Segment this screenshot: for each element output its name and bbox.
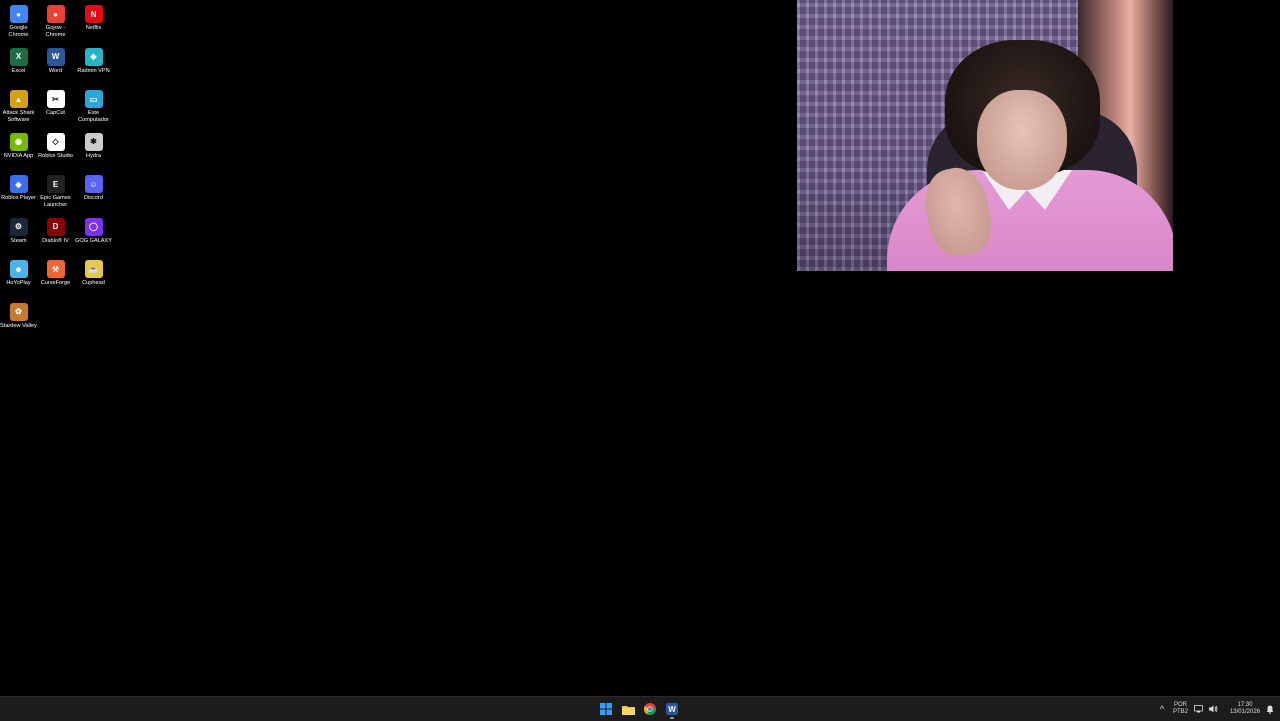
roblox-studio-icon: ◇: [46, 132, 65, 151]
desktop-icon-label: Gojow - Chrome: [45, 25, 66, 38]
desktop-icon-hydra[interactable]: ✱ Hydra: [75, 130, 112, 173]
input-language-indicator[interactable]: POR PTB2: [1173, 702, 1188, 716]
attack-shark-icon: ▲: [9, 90, 28, 108]
webcam-person-face: [977, 90, 1067, 190]
desktop-icon-steam[interactable]: ⚙ Steam: [0, 215, 37, 258]
chrome-icon: ●: [9, 5, 28, 23]
discord-icon: ☺: [84, 175, 103, 193]
radmin-vpn-icon: ◆: [84, 47, 103, 66]
chrome-profile-icon: ●: [46, 5, 65, 23]
chrome-icon: [644, 703, 656, 715]
taskbar-apps: W: [598, 700, 680, 719]
desktop-icon-cuphead[interactable]: ☕ Cuphead: [75, 257, 112, 300]
desktop-icon-radmin-vpn[interactable]: ◆ Radmin VPN: [75, 45, 112, 88]
desktop-icon-label: Word: [48, 67, 63, 74]
desktop-icon-label: GOG GALAXY: [75, 237, 112, 244]
desktop-icon-label: Radmin VPN: [77, 67, 110, 74]
word-icon: W: [46, 47, 65, 66]
start-button[interactable]: [598, 700, 614, 718]
steam-icon: ⚙: [9, 217, 28, 236]
desktop-icon-label: Discord: [84, 195, 103, 201]
taskbar: W ^ POR PTB2 17:30 13/01/2026: [0, 696, 1280, 721]
desktop-icon-label: Roblox Player: [1, 195, 36, 201]
desktop-icon-label: Stardew Valley: [0, 322, 37, 329]
stardew-valley-icon: ✿: [9, 302, 28, 321]
clock[interactable]: 17:30 13/01/2026: [1230, 702, 1260, 716]
curseforge-icon: ⚒: [46, 260, 65, 278]
desktop-icon-gog-galaxy[interactable]: ◯ GOG GALAXY: [75, 215, 112, 258]
desktop-icon-diablo[interactable]: D Diablo® IV: [37, 215, 74, 258]
cuphead-icon: ☕: [84, 260, 103, 278]
desktop-icon-hoyoplay[interactable]: ☻ HoYoPlay: [0, 257, 37, 300]
taskbar-chrome[interactable]: [642, 700, 658, 718]
desktop-icon-label: CapCut: [46, 110, 65, 116]
gog-galaxy-icon: ◯: [84, 217, 103, 236]
desktop: ● Google Chrome ● Gojow - Chrome N Netflix X Ex…: [0, 0, 1280, 696]
hydra-icon: ✱: [84, 132, 103, 151]
desktop-icon-attack-shark[interactable]: ▲ Attack Shark Software: [0, 87, 37, 130]
desktop-icon-label: NVIDIA App: [3, 152, 34, 159]
system-tray: ^ POR PTB2 17:30 13/01/2026: [1157, 697, 1280, 721]
desktop-icon-epic-games[interactable]: E Epic Games Launcher: [37, 172, 74, 215]
clock-time: 17:30: [1237, 702, 1253, 708]
folder-icon: [621, 705, 635, 715]
desktop-icon-label: Epic Games Launcher: [40, 195, 71, 208]
desktop-icon-grid: ● Google Chrome ● Gojow - Chrome N Netflix X Ex…: [0, 2, 112, 342]
notification-bell-icon[interactable]: [1266, 705, 1274, 714]
taskbar-word[interactable]: W: [664, 700, 680, 719]
network-icon[interactable]: [1194, 705, 1203, 713]
desktop-icon-chrome[interactable]: ● Google Chrome: [0, 2, 37, 45]
desktop-icon-chrome-profile[interactable]: ● Gojow - Chrome: [37, 2, 74, 45]
desktop-icon-roblox-player[interactable]: ◆ Roblox Player: [0, 172, 37, 215]
svg-text:W: W: [668, 705, 676, 714]
tray-overflow-chevron-icon[interactable]: ^: [1157, 704, 1167, 714]
capcut-icon: ✂: [46, 90, 65, 108]
epic-games-icon: E: [46, 175, 65, 193]
desktop-icon-label: Google Chrome: [8, 25, 29, 38]
desktop-icon-nvidia[interactable]: ◉ NVIDIA App: [0, 130, 37, 173]
diablo-icon: D: [46, 217, 65, 236]
desktop-icon-curseforge[interactable]: ⚒ CurseForge: [37, 257, 74, 300]
hoyoplay-icon: ☻: [9, 260, 28, 278]
desktop-icon-label: HoYoPlay: [6, 280, 31, 286]
desktop-icon-netflix[interactable]: N Netflix: [75, 2, 112, 45]
desktop-icon-label: CurseForge: [40, 280, 71, 286]
word-icon: W: [666, 703, 678, 715]
running-indicator: [670, 717, 674, 719]
webcam-overlay: [797, 0, 1173, 271]
roblox-player-icon: ◆: [9, 175, 28, 193]
desktop-icon-label: Attack Shark Software: [2, 110, 35, 123]
taskbar-file-explorer[interactable]: [620, 700, 636, 718]
desktop-icon-label: Excel: [11, 67, 26, 74]
desktop-icon-label: Hydra: [86, 152, 101, 159]
this-pc-icon: ▭: [84, 90, 103, 108]
windows-logo-icon: [600, 703, 612, 715]
volume-icon[interactable]: [1208, 705, 1218, 713]
clock-date: 13/01/2026: [1229, 709, 1260, 715]
desktop-icon-excel[interactable]: X Excel: [0, 45, 37, 88]
desktop-icon-label: Diablo® IV: [42, 237, 69, 244]
keyboard-layout: PTB2: [1172, 709, 1188, 715]
excel-icon: X: [9, 47, 28, 66]
netflix-icon: N: [84, 5, 103, 23]
desktop-icon-capcut[interactable]: ✂ CapCut: [37, 87, 74, 130]
desktop-icon-stardew-valley[interactable]: ✿ Stardew Valley: [0, 300, 37, 343]
desktop-icon-label: Netflix: [85, 25, 102, 31]
desktop-icon-label: Cuphead: [82, 280, 105, 286]
desktop-icon-label: Este Computador: [78, 110, 109, 123]
nvidia-icon: ◉: [9, 132, 28, 151]
desktop-icon-word[interactable]: W Word: [37, 45, 74, 88]
desktop-icon-discord[interactable]: ☺ Discord: [75, 172, 112, 215]
desktop-icon-roblox-studio[interactable]: ◇ Roblox Studio: [37, 130, 74, 173]
desktop-icon-label: Steam: [10, 237, 27, 244]
language-code: POR: [1173, 702, 1187, 708]
desktop-icon-label: Roblox Studio: [38, 152, 73, 159]
desktop-icon-this-pc[interactable]: ▭ Este Computador: [75, 87, 112, 130]
